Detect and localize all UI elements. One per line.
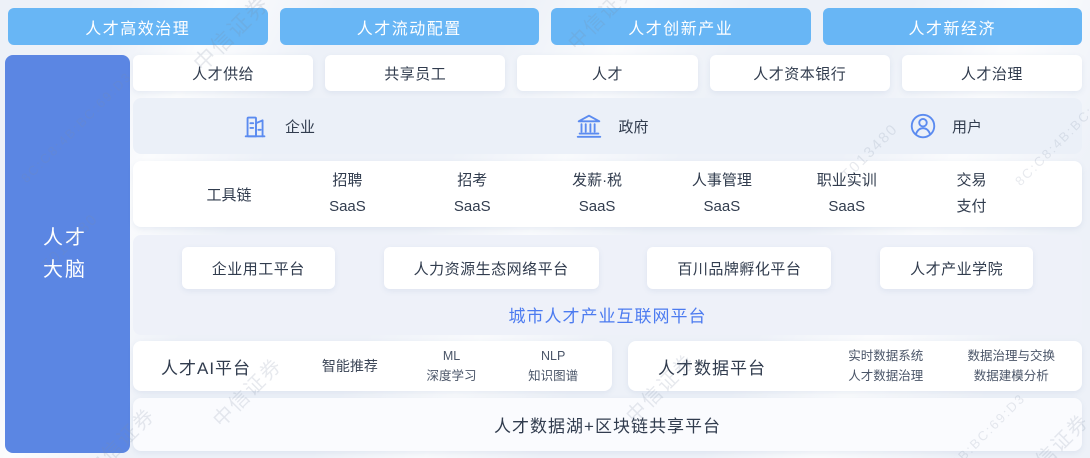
node-baichuan-brand-incubation-platform: 百川品牌孵化平台	[647, 247, 831, 289]
data-item-realtime-governance: 实时数据系统 人才数据治理	[823, 346, 949, 386]
pillar-new-economy: 人才新经济	[823, 8, 1083, 45]
building-icon	[241, 111, 271, 141]
ai-item-nlp-knowledge-graph: NLP 知识图谱	[502, 346, 604, 386]
toolchain-item-hr-management: 人事管理 SaaS	[659, 168, 784, 221]
node-talent-supply: 人才供给	[133, 55, 313, 91]
top-pillars-row: 人才高效治理 人才流动配置 人才创新产业 人才新经济	[0, 0, 1090, 45]
ai-data-row: 人才AI平台 智能推荐 ML 深度学习 NLP 知识图谱 人才数据	[133, 341, 1082, 391]
toolchain-item-recruiting: 招聘 SaaS	[285, 168, 410, 221]
talent-brain-line1: 人才	[43, 227, 87, 249]
data-lake-blockchain-platform: 人才数据湖+区块链共享平台	[133, 398, 1082, 451]
pillar-innovation-industry: 人才创新产业	[551, 8, 811, 45]
actors-bar: 企业 政府	[133, 98, 1082, 154]
talent-brain-panel: 人才 大脑	[5, 55, 130, 453]
actor-government: 政府	[574, 111, 648, 141]
actor-government-label: 政府	[618, 116, 648, 137]
city-platform-section: 企业用工平台 人力资源生态网络平台 百川品牌孵化平台 人才产业学院 城市人才产业…	[133, 235, 1082, 335]
talent-brain-line2: 大脑	[43, 259, 87, 281]
actor-enterprise-label: 企业	[285, 116, 315, 137]
data-item-exchange-modeling: 数据治理与交换 数据建模分析	[949, 346, 1075, 386]
talent-data-platform-title: 人才数据平台	[658, 354, 823, 379]
toolchain-item-exam: 招考 SaaS	[410, 168, 535, 221]
node-talent-industry-academy: 人才产业学院	[880, 247, 1033, 289]
node-shared-employees: 共享员工	[325, 55, 505, 91]
node-talent: 人才	[517, 55, 697, 91]
node-talent-capital-bank: 人才资本银行	[710, 55, 890, 91]
toolchain-title: 工具链	[173, 184, 285, 205]
pillar-flow-allocation: 人才流动配置	[280, 8, 540, 45]
supply-row: 人才供给 共享员工 人才 人才资本银行 人才治理	[133, 55, 1082, 91]
toolchain-item-vocational-training: 职业实训 SaaS	[784, 168, 909, 221]
platform-boxes-row: 企业用工平台 人力资源生态网络平台 百川品牌孵化平台 人才产业学院	[133, 247, 1082, 289]
node-talent-governance: 人才治理	[902, 55, 1082, 91]
user-icon	[908, 111, 938, 141]
toolchain-item-payroll-tax: 发薪·税 SaaS	[535, 168, 660, 221]
toolchain-item-trade-payment: 交易 支付	[909, 168, 1034, 221]
city-talent-internet-platform-title: 城市人才产业互联网平台	[133, 302, 1082, 327]
actor-user-label: 用户	[952, 116, 982, 137]
talent-ai-platform-title: 人才AI平台	[161, 354, 299, 379]
talent-brain-title: 人才 大脑	[5, 222, 87, 286]
toolchain-bar: 工具链 招聘 SaaS 招考 SaaS 发薪·税 SaaS 人事管理 SaaS	[133, 161, 1082, 227]
pillar-efficient-governance: 人才高效治理	[8, 8, 268, 45]
talent-platform-diagram: 人才高效治理 人才流动配置 人才创新产业 人才新经济 人才 大脑 人才供给 共享…	[0, 0, 1090, 458]
node-hr-ecosystem-network-platform: 人力资源生态网络平台	[384, 247, 599, 289]
actor-enterprise: 企业	[241, 111, 315, 141]
bank-icon	[574, 111, 604, 141]
talent-data-platform-panel: 人才数据平台 实时数据系统 人才数据治理 数据治理与交换 数据建模分析	[628, 341, 1082, 391]
talent-ai-platform-panel: 人才AI平台 智能推荐 ML 深度学习 NLP 知识图谱	[133, 341, 612, 391]
ai-item-smart-recommendation: 智能推荐	[299, 355, 401, 377]
ai-item-ml-deep-learning: ML 深度学习	[401, 346, 503, 386]
node-enterprise-employment-platform: 企业用工平台	[182, 247, 335, 289]
actor-user: 用户	[908, 111, 982, 141]
